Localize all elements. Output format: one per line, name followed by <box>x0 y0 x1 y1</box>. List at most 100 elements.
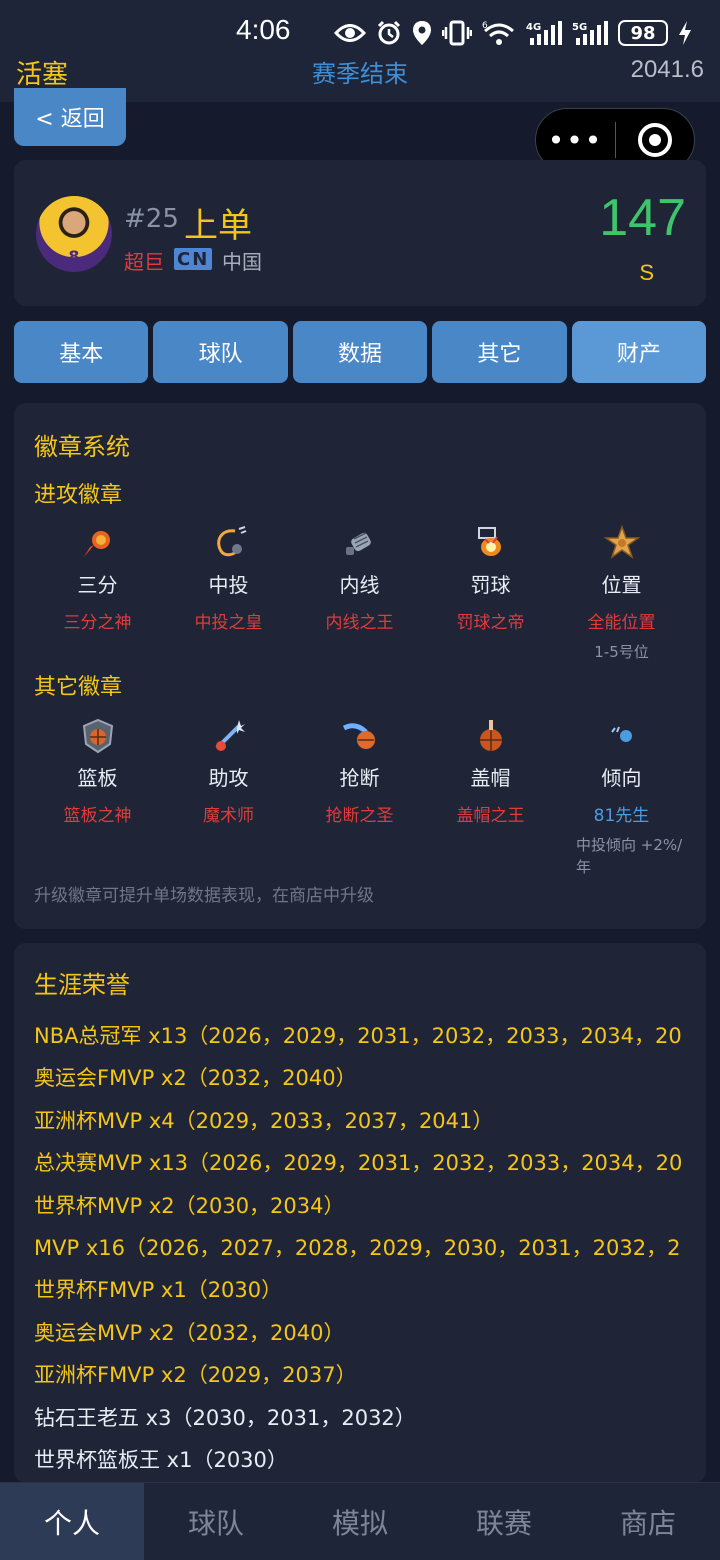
wifi-icon: 6 <box>482 20 516 46</box>
badge-level: 罚球之帝 <box>456 613 525 633</box>
avatar-jersey-number: 8 <box>68 247 80 266</box>
player-overall: 147 <box>599 189 686 247</box>
header-season: 2041.6 <box>630 56 704 83</box>
honor-item: 总决赛MVP x13（2026，2029，2031，2032，2033，2034… <box>34 1151 683 1176</box>
player-avatar: 8 <box>36 196 112 272</box>
honor-item: 世界杯篮板王 x1（2030） <box>34 1447 288 1472</box>
steal-icon <box>294 716 425 756</box>
badge-name: 助攻 <box>208 766 249 790</box>
badge-name: 倾向 <box>601 766 642 790</box>
shield-icon <box>32 716 163 756</box>
status-time: 4:06 <box>236 14 291 45</box>
honor-item: 世界杯MVP x2（2030，2034） <box>34 1193 345 1218</box>
more-menu-button[interactable]: ••• <box>536 124 615 157</box>
badge-level: 盖帽之王 <box>456 806 525 826</box>
offense-badges-title: 进攻徽章 <box>34 483 123 508</box>
badge-level: 抢断之圣 <box>325 806 394 826</box>
alarm-icon <box>376 20 402 46</box>
top-bar: 4:06 6 4G 5G 98 活塞 赛季结束 2041.6 <box>0 0 720 102</box>
badge-system-title: 徽章系统 <box>34 433 130 461</box>
badge-note: 1-5号位 <box>594 643 649 661</box>
tab-team[interactable]: 球队 <box>153 321 288 383</box>
badge-name: 抢断 <box>339 766 380 790</box>
badge-name: 盖帽 <box>470 766 511 790</box>
badge-note: 中投倾向 +2%/年 <box>576 836 683 876</box>
badge-steal[interactable]: 抢断 抢断之圣 <box>294 716 425 878</box>
back-button[interactable]: < 返回 <box>14 88 126 146</box>
badge-post[interactable]: 内线 内线之王 <box>294 523 425 663</box>
nav-simulate[interactable]: 模拟 <box>288 1483 432 1560</box>
badge-system-card: 徽章系统 进攻徽章 三分 三分之神 中投 中投之皇 内线 内线之王 罚球 罚球之… <box>14 403 706 929</box>
career-honors-title: 生涯荣誉 <box>34 971 130 999</box>
player-tabs: 基本 球队 数据 其它 财产 <box>14 321 707 383</box>
badge-name: 三分 <box>77 573 118 597</box>
badge-name: 中投 <box>208 573 249 597</box>
badge-three-point[interactable]: 三分 三分之神 <box>32 523 163 663</box>
battery-indicator: 98 <box>618 20 668 46</box>
badge-rebound[interactable]: 篮板 篮板之神 <box>32 716 163 878</box>
honor-item: MVP x16（2026，2027，2028，2029，2030，2031，20… <box>34 1235 681 1260</box>
svg-text:4G: 4G <box>526 22 541 33</box>
badge-name: 罚球 <box>470 573 511 597</box>
honor-item: 奥运会FMVP x2（2032，2040） <box>34 1066 357 1091</box>
nav-shop[interactable]: 商店 <box>576 1483 720 1560</box>
badge-level: 篮板之神 <box>63 806 132 826</box>
block-hand-icon <box>425 716 556 756</box>
badge-upgrade-hint: 升级徽章可提升单场数据表现，在商店中升级 <box>34 886 374 906</box>
bottom-nav: 个人 球队 模拟 联赛 商店 <box>0 1482 720 1560</box>
nav-league[interactable]: 联赛 <box>432 1483 576 1560</box>
badge-block[interactable]: 盖帽 盖帽之王 <box>425 716 556 878</box>
badge-position[interactable]: 位置 全能位置 1-5号位 <box>556 523 687 663</box>
player-country: 中国 <box>222 250 262 274</box>
eye-icon <box>334 22 366 44</box>
honor-item: 奥运会MVP x2（2032，2040） <box>34 1320 345 1345</box>
country-flag: CN <box>174 248 213 270</box>
honor-item: 亚洲杯MVP x4（2029，2033，2037，2041） <box>34 1108 494 1133</box>
badge-name: 内线 <box>339 573 380 597</box>
player-name: 上单 <box>184 206 252 246</box>
target-icon <box>637 123 672 157</box>
badge-level: 三分之神 <box>63 613 132 633</box>
close-miniprogram-button[interactable] <box>616 123 694 157</box>
hook-shot-icon <box>163 523 294 563</box>
honor-item: 亚洲杯FMVP x2（2029，2037） <box>34 1363 357 1388</box>
offense-badge-row: 三分 三分之神 中投 中投之皇 内线 内线之王 罚球 罚球之帝 位置 全能位置 … <box>32 523 688 663</box>
magic-wand-icon <box>163 716 294 756</box>
badge-name: 位置 <box>601 573 642 597</box>
tendency-icon <box>556 716 687 756</box>
nav-personal[interactable]: 个人 <box>0 1483 144 1560</box>
player-tier: 超巨 <box>124 250 164 274</box>
badge-level: 魔术师 <box>203 806 254 826</box>
star-icon <box>556 523 687 563</box>
badge-assist[interactable]: 助攻 魔术师 <box>163 716 294 878</box>
header-title: 赛季结束 <box>312 60 408 88</box>
career-honors-card: 生涯荣誉 NBA总冠军 x13（2026，2029，2031，2032，2033… <box>14 943 706 1483</box>
tab-stats[interactable]: 数据 <box>292 321 428 383</box>
tab-basic[interactable]: 基本 <box>14 321 149 383</box>
charging-icon <box>678 20 692 46</box>
honor-list: NBA总冠军 x13（2026，2029，2031，2032，2033，2034… <box>34 1015 686 1481</box>
other-badges-title: 其它徽章 <box>34 675 123 700</box>
badge-free-throw[interactable]: 罚球 罚球之帝 <box>425 523 556 663</box>
honor-item: 钻石王老五 x3（2030，2031，2032） <box>34 1405 416 1430</box>
hoop-icon <box>425 523 556 563</box>
badge-level: 81先生 <box>593 806 650 826</box>
badge-name: 篮板 <box>77 766 118 790</box>
tab-assets[interactable]: 财产 <box>571 321 707 383</box>
svg-text:5G: 5G <box>572 22 587 33</box>
fireball-icon <box>32 523 163 563</box>
badge-level: 全能位置 <box>587 613 656 633</box>
nav-team[interactable]: 球队 <box>144 1483 288 1560</box>
badge-level: 内线之王 <box>325 613 394 633</box>
badge-tendency[interactable]: 倾向 81先生 中投倾向 +2%/年 <box>556 716 687 878</box>
tab-other[interactable]: 其它 <box>432 321 567 383</box>
vibrate-icon <box>442 20 472 46</box>
badge-mid-range[interactable]: 中投 中投之皇 <box>163 523 294 663</box>
player-number: #25 <box>124 204 179 234</box>
status-icons: 6 4G 5G 98 <box>334 16 692 50</box>
other-badge-row: 篮板 篮板之神 助攻 魔术师 抢断 抢断之圣 盖帽 盖帽之王 倾向 81先生 中… <box>32 716 688 878</box>
player-card: 8 #25 上单 超巨 CN 中国 147 S <box>14 160 706 306</box>
location-icon <box>412 20 432 46</box>
player-grade: S <box>639 260 654 285</box>
honor-item: 世界杯FMVP x1（2030） <box>34 1278 283 1303</box>
